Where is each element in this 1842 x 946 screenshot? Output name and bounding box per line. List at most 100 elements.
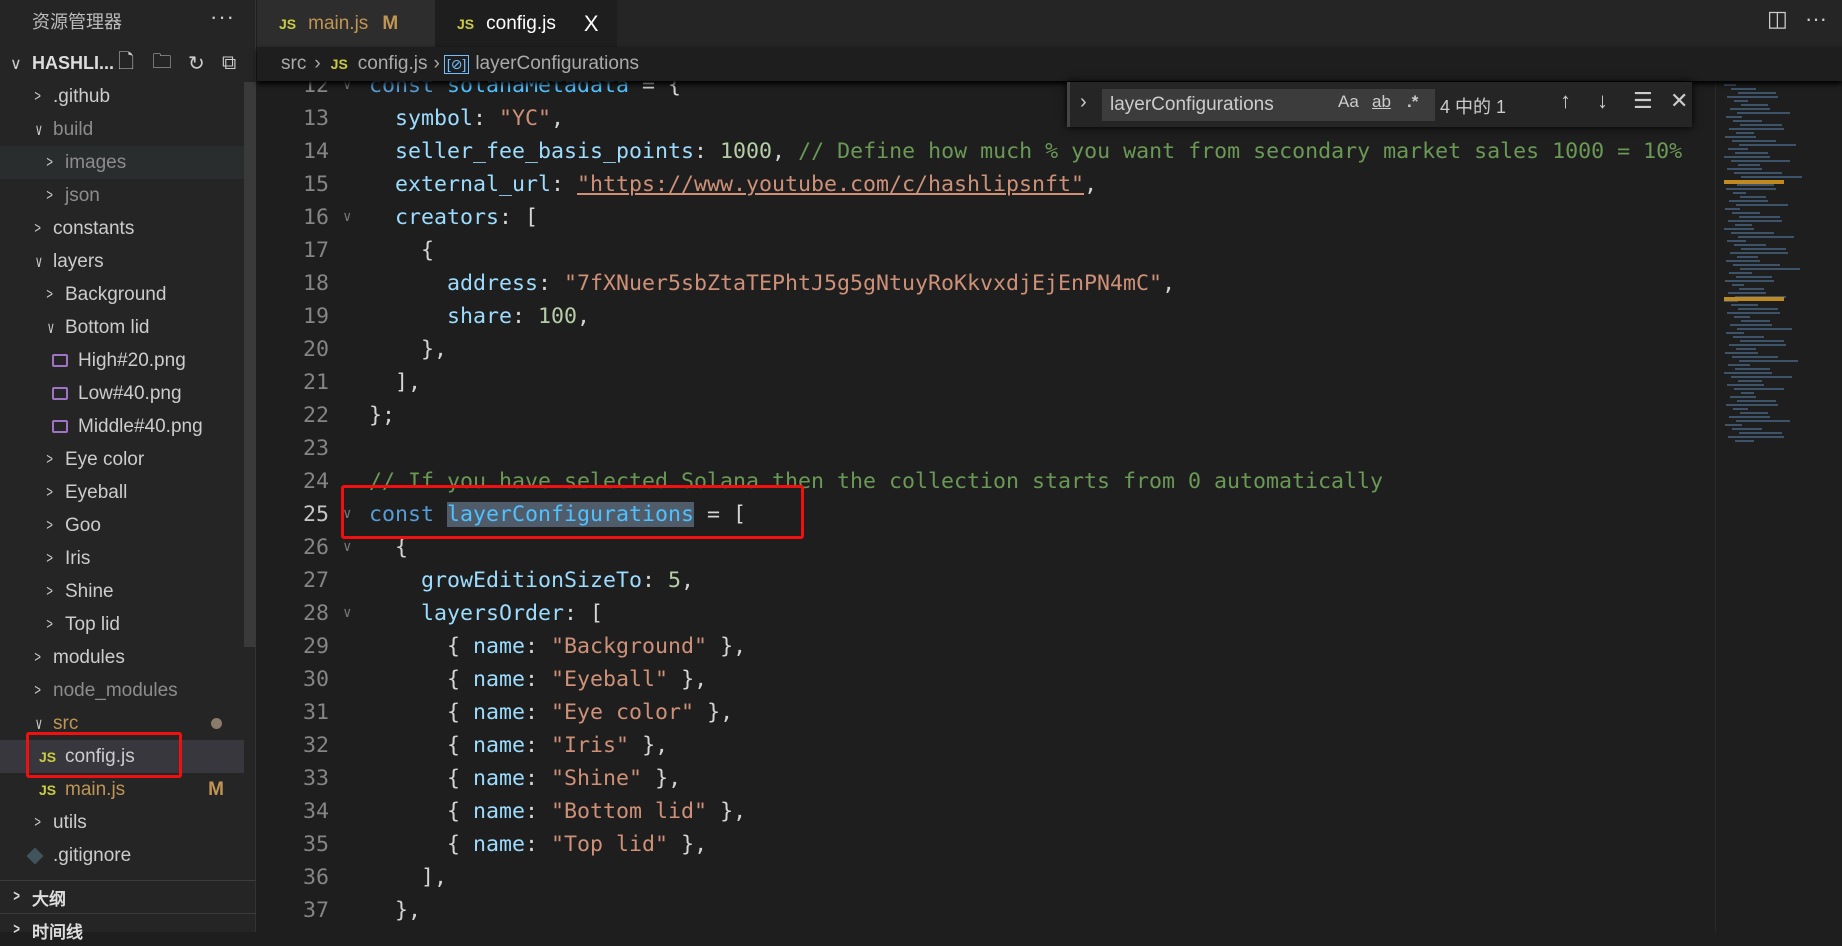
chevron-right-icon: >: [46, 450, 53, 468]
code-token: "Bottom lid": [551, 799, 708, 824]
minimap-line: [1736, 204, 1788, 206]
code-line[interactable]: 33 { name: "Shine" },: [257, 762, 1715, 795]
project-header[interactable]: ∨ HASHLI... 🗋 🗀 ↻ ⧉: [0, 47, 256, 80]
tree-item[interactable]: > modules: [0, 641, 244, 674]
collapse-all-icon[interactable]: ⧉: [222, 52, 236, 75]
code-line[interactable]: 19 share: 100,: [257, 300, 1715, 333]
more-actions-icon[interactable]: ···: [1805, 6, 1827, 32]
refresh-icon[interactable]: ↻: [188, 51, 205, 76]
tree-item[interactable]: > Top lid: [0, 608, 244, 641]
breadcrumb-folder[interactable]: src: [281, 53, 306, 75]
code-line[interactable]: 18 address: "7fXNuer5sbZtaTEPhtJ5g5gNtuy…: [257, 267, 1715, 300]
match-case-button[interactable]: Aa: [1338, 92, 1359, 112]
chevron-right-icon: >: [46, 186, 53, 204]
tree-item[interactable]: .gitignore: [0, 839, 244, 872]
breadcrumb-symbol[interactable]: layerConfigurations: [475, 53, 639, 75]
tree-item[interactable]: > utils: [0, 806, 244, 839]
tree-item[interactable]: > images: [0, 146, 244, 179]
section-timeline[interactable]: > 时间线: [0, 913, 256, 946]
fold-chevron-icon[interactable]: ∨: [343, 201, 351, 234]
close-icon[interactable]: X: [584, 11, 599, 37]
code-line[interactable]: 17 {: [257, 234, 1715, 267]
code-line[interactable]: 35 { name: "Top lid" },: [257, 828, 1715, 861]
tree-item[interactable]: > constants: [0, 212, 244, 245]
section-label: 大纲: [32, 889, 66, 909]
code-line[interactable]: 14 seller_fee_basis_points: 1000, // Def…: [257, 135, 1715, 168]
tree-item[interactable]: > .github: [0, 80, 244, 113]
tree-item[interactable]: ∨ layers: [0, 245, 244, 278]
code-line[interactable]: 22};: [257, 399, 1715, 432]
minimap-line: [1740, 340, 1784, 342]
new-file-icon[interactable]: 🗋: [118, 47, 134, 81]
code-line[interactable]: 27 growEditionSizeTo: 5,: [257, 564, 1715, 597]
minimap-line: [1740, 412, 1768, 414]
whole-word-button[interactable]: ab: [1372, 92, 1391, 112]
minimap-line: [1726, 260, 1760, 262]
tab-config-js[interactable]: JS config.js X: [435, 0, 617, 47]
chevron-right-icon: >: [46, 153, 53, 171]
code-line[interactable]: 16 ∨ creators: [: [257, 201, 1715, 234]
code-line[interactable]: 29 { name: "Background" },: [257, 630, 1715, 663]
next-match-icon[interactable]: ↓: [1597, 88, 1608, 114]
code-line[interactable]: 32 { name: "Iris" },: [257, 729, 1715, 762]
code-line[interactable]: 37 },: [257, 894, 1715, 927]
code-line[interactable]: 30 { name: "Eyeball" },: [257, 663, 1715, 696]
toggle-replace-icon[interactable]: ›: [1080, 91, 1087, 114]
code-token: :: [551, 172, 578, 197]
code-line[interactable]: 15 external_url: "https://www.youtube.co…: [257, 168, 1715, 201]
close-icon[interactable]: ✕: [1670, 88, 1688, 114]
regex-button[interactable]: .*: [1407, 92, 1418, 112]
highlight-box-editor: [341, 485, 804, 539]
find-in-selection-icon[interactable]: ☰: [1633, 88, 1653, 114]
breadcrumb-file[interactable]: config.js: [358, 53, 428, 75]
sidebar-scrollbar[interactable]: [244, 82, 256, 647]
chevron-right-icon: ›: [314, 53, 321, 74]
tree-item[interactable]: > Eye color: [0, 443, 244, 476]
tree-item[interactable]: > Eyeball: [0, 476, 244, 509]
minimap-line: [1734, 316, 1750, 318]
previous-match-icon[interactable]: ↑: [1560, 88, 1571, 114]
tree-item[interactable]: > Goo: [0, 509, 244, 542]
code-line[interactable]: 20 },: [257, 333, 1715, 366]
tree-item[interactable]: > Iris: [0, 542, 244, 575]
more-actions-icon[interactable]: ···: [210, 4, 235, 30]
tree-item[interactable]: > Background: [0, 278, 244, 311]
new-folder-icon[interactable]: 🗀: [152, 47, 172, 81]
minimap-line: [1737, 328, 1792, 330]
split-editor-icon[interactable]: ◫: [1767, 6, 1788, 32]
breadcrumb: src › JS config.js › [⊘] layerConfigurat…: [257, 47, 1842, 81]
code-line[interactable]: 34 { name: "Bottom lid" },: [257, 795, 1715, 828]
minimap-line: [1725, 136, 1756, 138]
code-token: ,: [681, 568, 695, 593]
code-token: {: [369, 700, 474, 725]
line-number: 21: [302, 370, 329, 395]
tree-item-label: Goo: [65, 514, 101, 536]
tree-item[interactable]: > Shine: [0, 575, 244, 608]
tree-item[interactable]: Middle#40.png: [0, 410, 244, 443]
fold-chevron-icon[interactable]: ∨: [343, 597, 351, 630]
section-outline[interactable]: > 大纲: [0, 880, 256, 913]
code-token: "Iris": [551, 733, 630, 758]
tree-item[interactable]: > node_modules: [0, 674, 244, 707]
code-token: "Top lid": [551, 832, 669, 857]
code-line[interactable]: 21 ],: [257, 366, 1715, 399]
tree-item[interactable]: ∨ Bottom lid: [0, 311, 244, 344]
tree-item[interactable]: ∨ build: [0, 113, 244, 146]
minimap[interactable]: [1715, 80, 1842, 932]
tree-item[interactable]: High#20.png: [0, 344, 244, 377]
code-line[interactable]: 23: [257, 432, 1715, 465]
code-token: ,: [551, 106, 565, 131]
tree-item[interactable]: Low#40.png: [0, 377, 244, 410]
code-line[interactable]: 28 ∨ layersOrder: [: [257, 597, 1715, 630]
code-token: },: [694, 700, 734, 725]
tree-item-label: Low#40.png: [78, 382, 182, 404]
tree-item-label: images: [65, 151, 127, 173]
tab-main-js[interactable]: JS main.js M: [257, 0, 435, 47]
explorer-sidebar: 资源管理器 ··· ∨ HASHLI... 🗋 🗀 ↻ ⧉ > .github ∨ b…: [0, 0, 256, 942]
minimap-line: [1735, 152, 1768, 154]
code-line[interactable]: 31 { name: "Eye color" },: [257, 696, 1715, 729]
code-line[interactable]: 36 ],: [257, 861, 1715, 894]
minimap-line: [1733, 264, 1780, 266]
tree-item[interactable]: > json: [0, 179, 244, 212]
minimap-line: [1730, 108, 1770, 110]
